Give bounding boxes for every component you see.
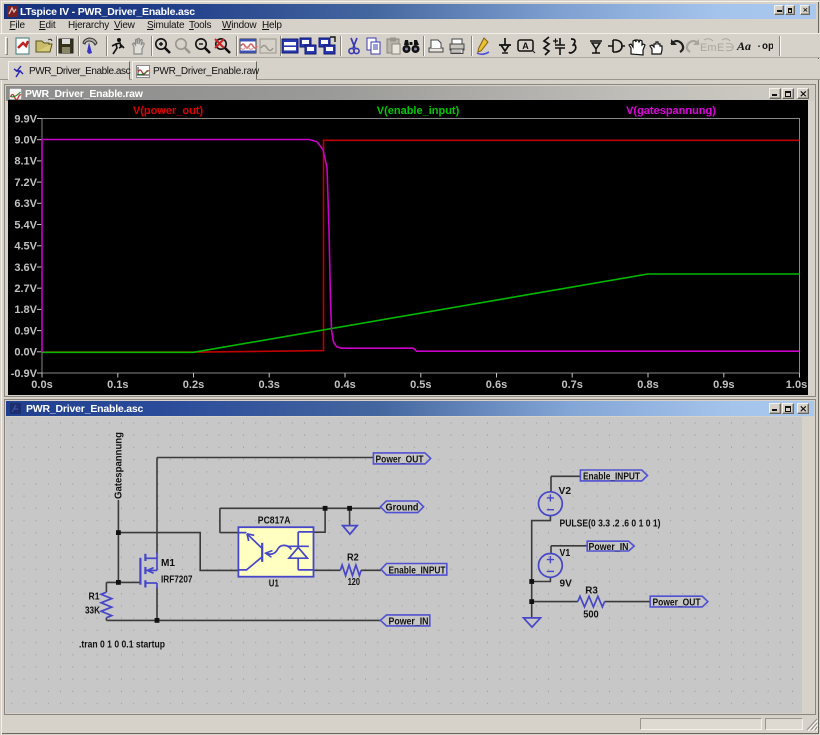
svg-text:M1: M1 [161,557,175,569]
svg-text:R2: R2 [347,552,359,564]
svg-text:·op: ·op [756,42,773,53]
svg-text:120: 120 [348,576,360,588]
svg-text:6.3V: 6.3V [14,198,37,210]
svg-text:Power_IN: Power_IN [589,541,629,553]
svg-text:∋: ∋ [725,42,735,54]
svg-text:1.0s: 1.0s [786,379,807,391]
svg-text:V1: V1 [560,547,571,559]
svg-text:Gatespannung: Gatespannung [113,432,125,499]
svg-text:7.2V: 7.2V [14,177,37,189]
svg-text:V(gatespannung): V(gatespannung) [626,105,716,117]
svg-text:8.1V: 8.1V [14,156,37,168]
svg-text:V2: V2 [559,485,572,497]
svg-text:5.4V: 5.4V [14,219,37,231]
svg-text:V(power_out): V(power_out) [133,105,204,117]
svg-text:500: 500 [583,609,599,621]
svg-text:.tran 0 1 0 0.1 startup: .tran 0 1 0 0.1 startup [79,639,165,651]
svg-text:Enable_INPUT: Enable_INPUT [583,470,640,482]
svg-text:-0.9V: -0.9V [11,368,38,380]
svg-text:0.9s: 0.9s [713,379,734,391]
svg-text:PULSE(0 3.3 .2 .6 0 1 0 1): PULSE(0 3.3 .2 .6 0 1 0 1) [560,518,661,530]
svg-text:E: E [717,42,724,54]
svg-text:0.1s: 0.1s [107,379,128,391]
svg-text:3.6V: 3.6V [14,262,37,274]
svg-text:9.0V: 9.0V [14,135,37,147]
svg-text:Power_OUT: Power_OUT [376,453,424,465]
svg-text:9.9V: 9.9V [14,113,37,125]
svg-text:Aa: Aa [736,39,751,53]
svg-text:Enable_INPUT: Enable_INPUT [389,564,446,576]
svg-text:A: A [522,41,529,51]
svg-text:1.8V: 1.8V [14,304,37,316]
svg-text:Power_IN: Power_IN [389,615,429,627]
svg-text:0.6s: 0.6s [486,379,507,391]
svg-text:0.0s: 0.0s [31,379,52,391]
svg-text:2.7V: 2.7V [14,283,37,295]
svg-text:0.4s: 0.4s [334,379,355,391]
svg-text:Ground: Ground [386,502,419,514]
svg-text:4.5V: 4.5V [14,241,37,253]
svg-text:0.3s: 0.3s [258,379,279,391]
svg-text:0.8s: 0.8s [637,379,658,391]
svg-text:0.9V: 0.9V [14,325,37,337]
svg-text:IRF7207: IRF7207 [161,573,193,585]
svg-text:PC817A: PC817A [258,515,291,527]
svg-text:R1: R1 [89,591,100,603]
svg-text:U1: U1 [269,578,279,590]
svg-text:0.2s: 0.2s [183,379,204,391]
svg-text:Power_OUT: Power_OUT [653,596,701,608]
svg-text:33K: 33K [85,605,100,617]
svg-text:0.0V: 0.0V [14,347,37,359]
svg-text:V(enable_input): V(enable_input) [377,105,460,117]
svg-text:0.5s: 0.5s [410,379,431,391]
svg-text:0.7s: 0.7s [561,379,582,391]
svg-text:R3: R3 [585,585,598,597]
svg-text:9V: 9V [560,578,572,590]
svg-text:Em: Em [700,42,717,54]
